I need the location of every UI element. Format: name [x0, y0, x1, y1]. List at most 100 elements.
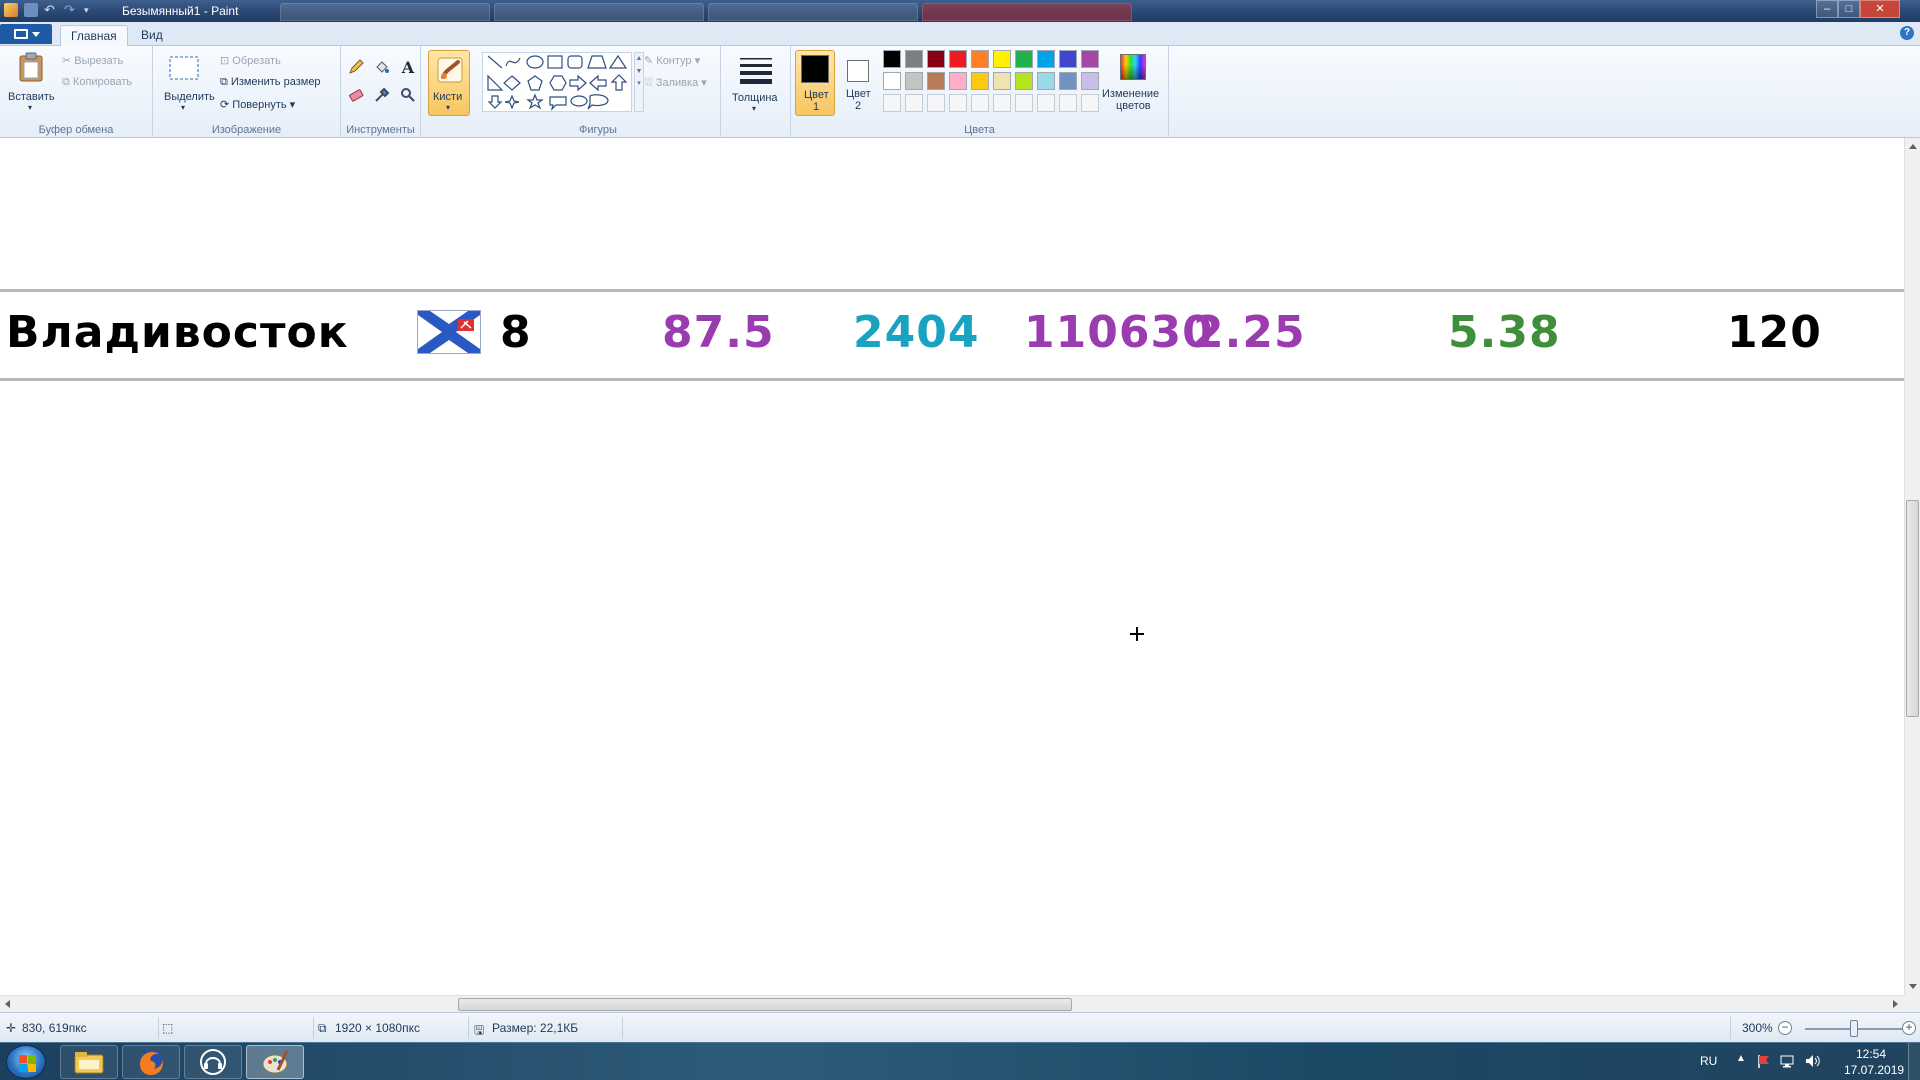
language-indicator[interactable]: RU	[1700, 1054, 1717, 1080]
zoom-out-icon[interactable]: −	[1778, 1021, 1792, 1035]
horizontal-scrollbar[interactable]	[0, 995, 1904, 1012]
paste-button[interactable]: Вставить ▾	[4, 48, 58, 116]
maximize-button[interactable]: □	[1838, 0, 1860, 18]
explorer-icon[interactable]	[60, 1045, 118, 1079]
fill-button[interactable]: ⛆ Заливка ▾	[644, 76, 707, 90]
palette-swatch[interactable]	[927, 72, 945, 90]
palette-swatch[interactable]	[1037, 72, 1055, 90]
save-icon[interactable]	[24, 3, 38, 17]
cell-col7: 120	[1727, 307, 1822, 358]
palette-swatch[interactable]	[1059, 72, 1077, 90]
palette-swatch-empty[interactable]	[883, 94, 901, 112]
palette-swatch[interactable]	[1037, 50, 1055, 68]
palette-swatch[interactable]	[971, 50, 989, 68]
firefox-icon[interactable]	[122, 1045, 180, 1079]
zoom-in-icon[interactable]: +	[1902, 1021, 1916, 1035]
image-group-label: Изображение	[211, 124, 282, 136]
size-label: Толщина	[732, 92, 778, 104]
scroll-left-icon[interactable]	[5, 1000, 10, 1008]
copy-button[interactable]: ⧉ Копировать	[62, 76, 132, 89]
edit-colors-button[interactable]: Изменение цветов	[1099, 50, 1165, 116]
zoom-slider-thumb[interactable]	[1850, 1020, 1858, 1037]
select-button[interactable]: Выделить ▾	[157, 48, 215, 116]
brushes-label: Кисти	[433, 91, 463, 103]
undo-icon[interactable]: ↶	[44, 3, 58, 17]
browser-tab	[494, 3, 704, 21]
tab-home[interactable]: Главная	[60, 25, 128, 46]
palette-swatch-empty[interactable]	[971, 94, 989, 112]
pencil-icon[interactable]	[345, 56, 367, 78]
file-size: Размер: 22,1КБ	[492, 1021, 579, 1035]
network-icon[interactable]	[1780, 1053, 1796, 1080]
palette-swatch-empty[interactable]	[905, 94, 923, 112]
cut-button[interactable]: ✂ Вырезать	[62, 54, 123, 67]
resize-label: Изменить размер	[230, 76, 321, 88]
palette-swatch[interactable]	[905, 72, 923, 90]
scroll-down-icon[interactable]	[1909, 984, 1917, 989]
show-desktop-button[interactable]	[1908, 1043, 1920, 1080]
size-button[interactable]: Толщина ▾	[728, 50, 784, 116]
color-spectrum-icon	[1120, 54, 1146, 80]
outline-label: Контур	[656, 55, 692, 67]
clock[interactable]: 12:54 17.07.2019	[1844, 1046, 1905, 1080]
fill-bucket-icon[interactable]	[371, 56, 393, 78]
palette-swatch-empty[interactable]	[1037, 94, 1055, 112]
help-icon[interactable]: ?	[1900, 26, 1914, 40]
clock-date: 17.07.2019	[1844, 1063, 1905, 1077]
palette-swatch[interactable]	[1015, 72, 1033, 90]
palette-swatch-empty[interactable]	[927, 94, 945, 112]
palette-swatch[interactable]	[971, 72, 989, 90]
magnifier-icon[interactable]	[397, 84, 419, 106]
palette-swatch[interactable]	[883, 50, 901, 68]
tab-view[interactable]: Вид	[131, 25, 173, 46]
paint-icon[interactable]	[246, 1045, 304, 1079]
palette-swatch[interactable]	[993, 72, 1011, 90]
color2-button[interactable]: Цвет 2	[839, 50, 877, 116]
outline-button[interactable]: ✎ Контур ▾	[644, 54, 700, 67]
redo-icon[interactable]: ↷	[64, 3, 78, 17]
rotate-button[interactable]: ⟳ Повернуть ▾	[220, 98, 295, 111]
scroll-right-icon[interactable]	[1893, 1000, 1898, 1008]
crop-button[interactable]: ⊡ Обрезать	[220, 54, 281, 67]
palette-swatch[interactable]	[927, 50, 945, 68]
resize-button[interactable]: ⧉ Изменить размер	[220, 76, 321, 89]
color1-button[interactable]: Цвет 1	[795, 50, 835, 116]
palette-swatch[interactable]	[1081, 50, 1099, 68]
scroll-up-icon[interactable]	[1909, 144, 1917, 149]
text-tool-icon[interactable]: A	[397, 56, 419, 78]
palette-swatch-empty[interactable]	[993, 94, 1011, 112]
vertical-scroll-thumb[interactable]	[1906, 500, 1919, 717]
volume-icon[interactable]	[1804, 1053, 1822, 1080]
palette-swatch[interactable]	[1015, 50, 1033, 68]
palette-swatch[interactable]	[1081, 72, 1099, 90]
clock-time: 12:54	[1855, 1047, 1887, 1061]
action-center-flag-icon[interactable]	[1756, 1053, 1772, 1080]
start-button[interactable]	[6, 1045, 46, 1079]
canvas[interactable]: Владивосток 8 87.5 2404 110630 2.25 5.38…	[0, 138, 1904, 995]
horizontal-scroll-thumb[interactable]	[458, 998, 1072, 1011]
shapes-gallery-scroll[interactable]: ▲ ▼ ▾	[634, 52, 644, 112]
brushes-button[interactable]: Кисти ▾	[428, 50, 470, 116]
close-button[interactable]: ✕	[1860, 0, 1900, 18]
vertical-scrollbar[interactable]	[1904, 138, 1920, 995]
palette-swatch[interactable]	[949, 72, 967, 90]
scroll-corner	[1904, 995, 1920, 1012]
customize-qa-icon[interactable]: ▾	[84, 3, 98, 17]
palette-swatch-empty[interactable]	[1059, 94, 1077, 112]
palette-swatch[interactable]	[883, 72, 901, 90]
eraser-icon[interactable]	[345, 84, 367, 106]
palette-swatch[interactable]	[1059, 50, 1077, 68]
clipboard-icon	[19, 52, 43, 82]
palette-swatch[interactable]	[949, 50, 967, 68]
palette-swatch-empty[interactable]	[1081, 94, 1099, 112]
palette-swatch[interactable]	[905, 50, 923, 68]
minimize-button[interactable]: –	[1816, 0, 1838, 18]
palette-swatch-empty[interactable]	[1015, 94, 1033, 112]
palette-swatch-empty[interactable]	[949, 94, 967, 112]
color-picker-icon[interactable]	[371, 84, 393, 106]
palette-swatch[interactable]	[993, 50, 1011, 68]
headset-icon[interactable]	[184, 1045, 242, 1079]
file-menu-button[interactable]	[0, 24, 52, 44]
show-hidden-icons-icon[interactable]: ▲	[1736, 1053, 1746, 1080]
paint-app-icon[interactable]	[4, 3, 18, 17]
